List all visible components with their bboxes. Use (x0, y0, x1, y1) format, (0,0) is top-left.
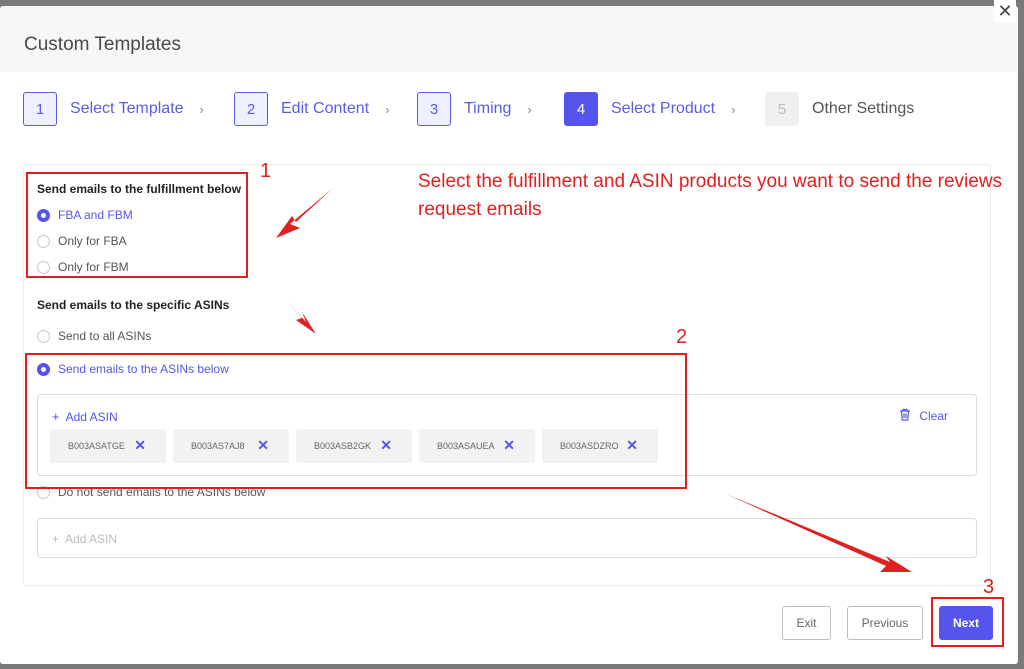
custom-templates-dialog: Custom Templates 1 Select Template › 2 E… (0, 6, 1018, 664)
step-label: Select Product (611, 100, 716, 117)
previous-button[interactable]: Previous (847, 606, 923, 640)
step-label: Timing (464, 100, 512, 117)
chevron-right-icon: › (731, 101, 736, 117)
trash-icon (899, 408, 911, 424)
annotation-instruction: Select the fulfillment and ASIN products… (418, 171, 1003, 220)
add-asin-disabled-button[interactable]: + Add ASIN (52, 532, 117, 546)
step-label: Edit Content (281, 100, 370, 117)
dialog-header: Custom Templates (0, 6, 1018, 72)
chevron-right-icon: › (199, 101, 204, 117)
step-number: 1 (23, 92, 57, 126)
step-select-product[interactable]: 4 Select Product › (564, 92, 735, 126)
dialog-title: Custom Templates (24, 34, 181, 55)
chevron-right-icon: › (527, 101, 532, 117)
chevron-right-icon: › (385, 101, 390, 117)
annotation-number-1: 1 (260, 160, 272, 182)
steps-bar: 1 Select Template › 2 Edit Content › 3 T… (0, 92, 1018, 132)
step-select-template[interactable]: 1 Select Template › (23, 92, 204, 126)
step-other-settings[interactable]: 5 Other Settings (765, 92, 914, 126)
annotation-number-3: 3 (983, 576, 995, 598)
step-timing[interactable]: 3 Timing › (417, 92, 532, 126)
step-label: Select Template (70, 100, 184, 117)
radio-unchecked-icon (37, 329, 50, 343)
step-number: 2 (234, 92, 268, 126)
add-asin-label: Add ASIN (65, 532, 118, 546)
close-icon[interactable]: ✕ (994, 0, 1016, 22)
step-number: 5 (765, 92, 799, 126)
step-number: 4 (564, 92, 598, 126)
clear-label: Clear (919, 409, 948, 423)
asins-title: Send emails to the specific ASINs (37, 298, 230, 312)
exit-button[interactable]: Exit (782, 606, 831, 640)
annotation-number-2: 2 (676, 326, 688, 348)
radio-label: Send to all ASINs (58, 329, 152, 343)
annotation-box-3 (931, 597, 1004, 647)
step-label: Other Settings (812, 100, 915, 117)
annotation-box-1 (26, 172, 248, 278)
clear-button[interactable]: Clear (899, 408, 948, 424)
exclude-asin-box[interactable]: + Add ASIN (37, 518, 977, 558)
step-edit-content[interactable]: 2 Edit Content › (234, 92, 389, 126)
radio-send-all-asins[interactable]: Send to all ASINs (37, 329, 151, 343)
step-number: 3 (417, 92, 451, 126)
plus-icon: + (52, 532, 60, 546)
annotation-box-2 (25, 353, 687, 489)
